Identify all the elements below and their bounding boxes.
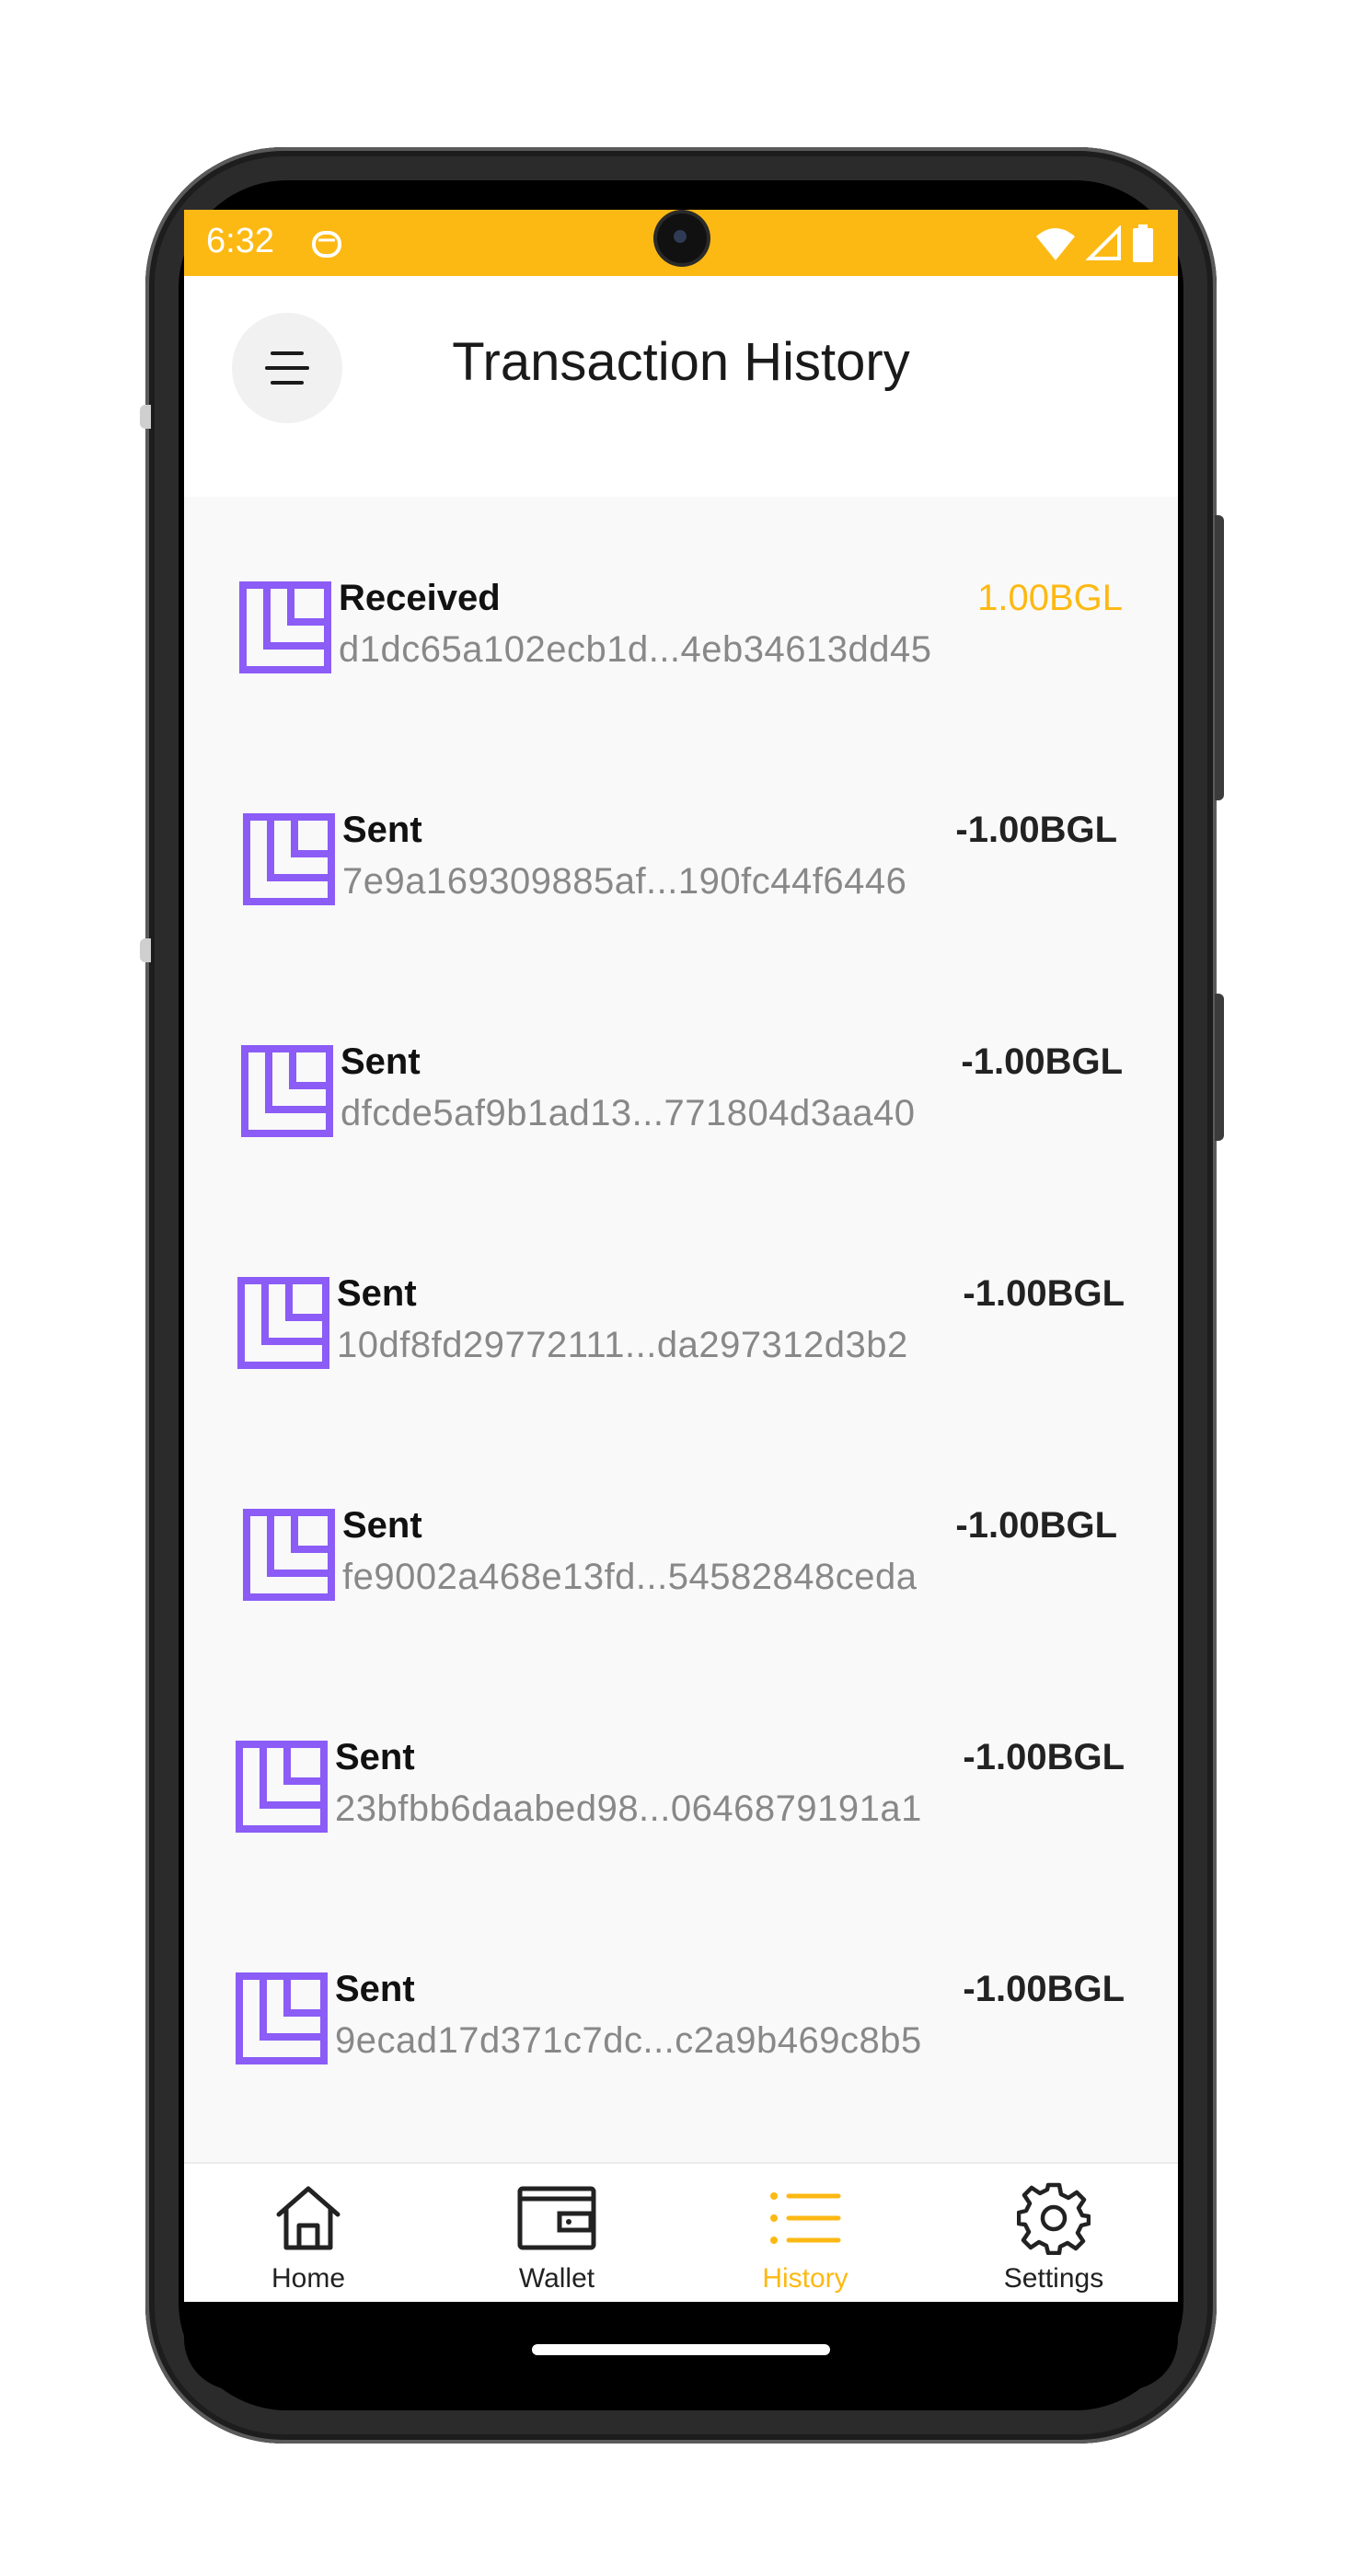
transaction-type: Sent [335,1969,415,2009]
transaction-hash: dfcde5af9b1ad13...771804d3aa40 [340,1093,916,1133]
nav-home[interactable]: Home [216,2177,400,2294]
transaction-row[interactable]: Received d1dc65a102ecb1d...4eb34613dd45 … [239,578,1123,679]
transaction-amount: -1.00BGL [955,1505,1117,1546]
bgl-logo-icon [236,1741,328,1833]
bgl-logo-icon [236,1972,328,2064]
nav-wallet[interactable]: Wallet [465,2177,649,2294]
bgl-logo-icon [243,1509,335,1601]
nav-label-settings: Settings [1003,2263,1104,2294]
transaction-type: Sent [342,1505,422,1546]
nav-label-home: Home [271,2263,346,2294]
bgl-logo-icon [239,581,331,673]
transaction-type: Sent [337,1273,417,1314]
home-icon [276,2186,340,2250]
nav-label-wallet: Wallet [518,2263,595,2294]
nav-history[interactable]: History [713,2177,897,2294]
left-edge-mark [140,938,151,962]
wallet-icon [517,2186,596,2250]
transaction-row[interactable]: Sent 9ecad17d371c7dc...c2a9b469c8b5 -1.0… [236,1969,1125,2070]
nav-label-history: History [762,2263,848,2294]
transaction-row[interactable]: Sent dfcde5af9b1ad13...771804d3aa40 -1.0… [241,1041,1123,1143]
status-bar: 6:32 [184,210,1178,276]
transaction-amount: -1.00BGL [961,1041,1123,1082]
wifi-icon [1036,228,1075,260]
transaction-type: Received [339,578,501,618]
transaction-row[interactable]: Sent fe9002a468e13fd...54582848ceda -1.0… [243,1505,1117,1606]
transaction-type: Sent [335,1737,415,1777]
list-icon [770,2192,841,2244]
status-icons [1034,224,1154,263]
left-edge-mark [140,405,151,429]
power-button [1215,515,1224,800]
transaction-amount: 1.00BGL [977,578,1123,618]
bottom-nav: Home Wallet History Settings [184,2162,1178,2302]
transaction-list: Received d1dc65a102ecb1d...4eb34613dd45 … [184,497,1178,2162]
bgl-logo-icon [237,1277,329,1369]
page-title: Transaction History [452,332,910,392]
nav-settings[interactable]: Settings [962,2177,1146,2294]
transaction-row[interactable]: Sent 23bfbb6daabed98...0646879191a1 -1.0… [236,1737,1125,1838]
transaction-hash: 10df8fd29772111...da297312d3b2 [337,1325,908,1365]
transaction-row[interactable]: Sent 10df8fd29772111...da297312d3b2 -1.0… [237,1273,1125,1374]
transaction-amount: -1.00BGL [963,1737,1125,1777]
gear-icon [1017,2182,1091,2255]
gesture-bar[interactable] [532,2344,830,2355]
front-camera [657,213,707,263]
bgl-logo-icon [241,1045,333,1137]
volume-button [1215,994,1224,1141]
transaction-hash: 7e9a169309885af...190fc44f6446 [342,861,907,902]
transaction-amount: -1.00BGL [955,810,1117,850]
transaction-type: Sent [340,1041,421,1082]
status-time: 6:32 [206,222,274,260]
transaction-hash: 23bfbb6daabed98...0646879191a1 [335,1788,922,1829]
battery-icon [1133,224,1153,262]
bgl-logo-icon [243,813,335,905]
transaction-row[interactable]: Sent 7e9a169309885af...190fc44f6446 -1.0… [243,810,1117,911]
transaction-amount: -1.00BGL [963,1969,1125,2009]
notification-icon [312,231,341,258]
transaction-hash: 9ecad17d371c7dc...c2a9b469c8b5 [335,2020,922,2061]
signal-icon [1086,225,1121,260]
app-bar: Transaction History [184,276,1178,497]
transaction-hash: fe9002a468e13fd...54582848ceda [342,1557,918,1597]
screen: 6:32 Transaction History Received d1dc65… [184,210,1178,2390]
transaction-amount: -1.00BGL [963,1273,1125,1314]
transaction-hash: d1dc65a102ecb1d...4eb34613dd45 [339,629,932,670]
transaction-type: Sent [342,810,422,850]
